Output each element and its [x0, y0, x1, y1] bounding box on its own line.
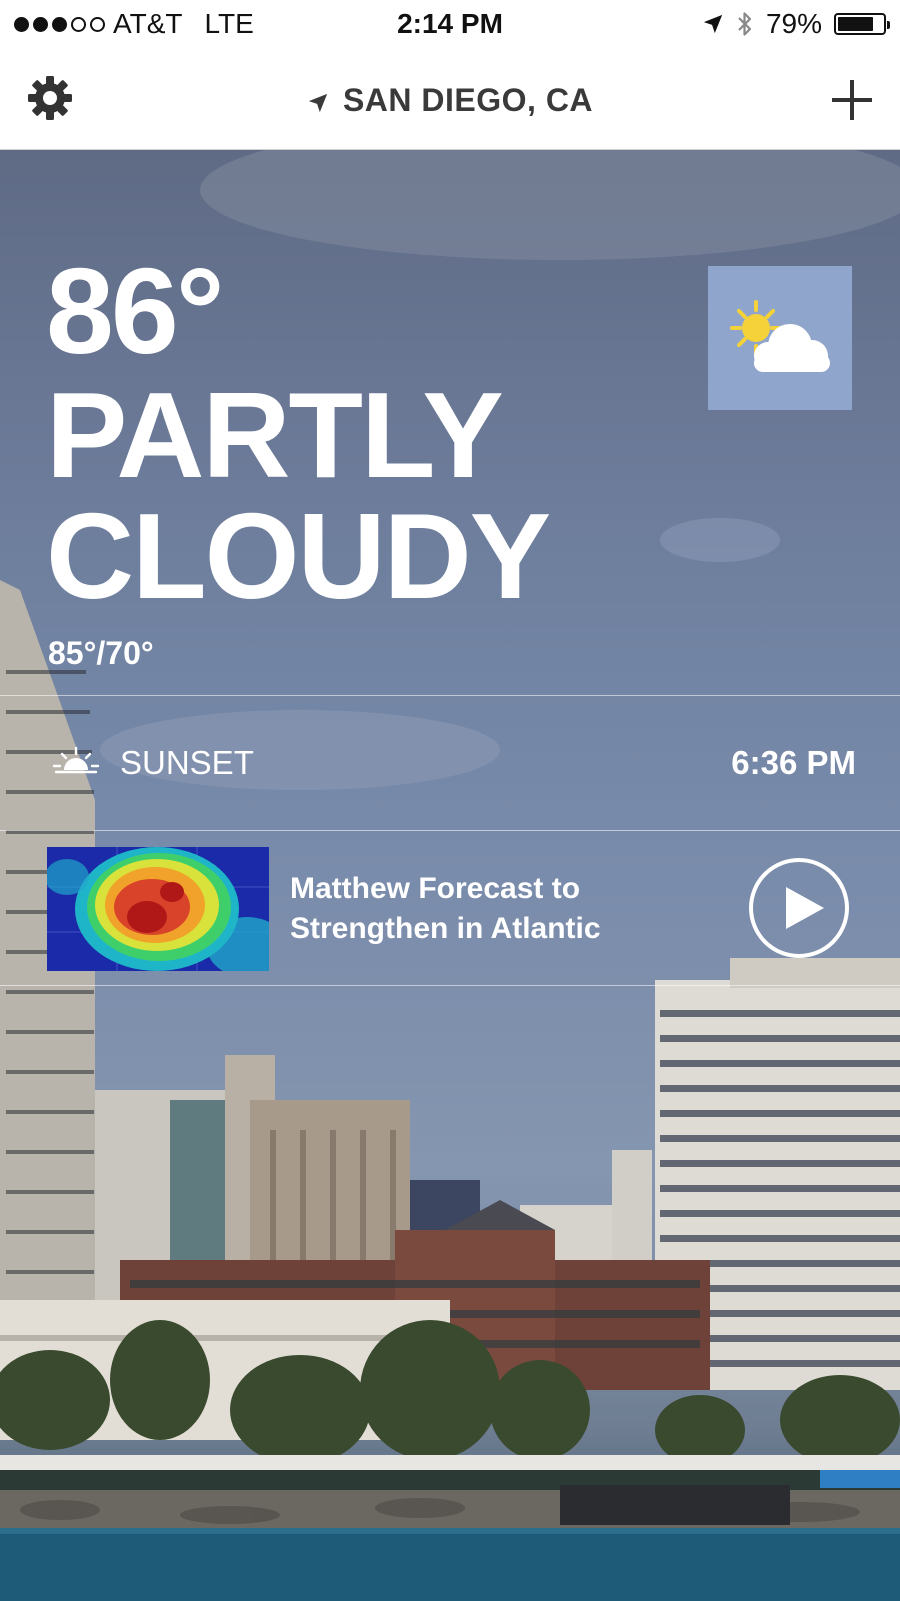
nav-bar: SAN DIEGO, CA — [0, 50, 900, 150]
news-headline[interactable]: Matthew Forecast to Strengthen in Atlant… — [290, 869, 710, 948]
battery-icon — [834, 13, 890, 35]
status-bar: AT&T LTE 2:14 PM 79% — [0, 0, 900, 50]
condition-line-2: CLOUDY — [46, 487, 551, 624]
status-right: 79% — [702, 8, 890, 40]
bluetooth-icon — [738, 12, 752, 36]
high-low-temperature: 85°/70° — [48, 635, 154, 671]
sunset-row: SUNSET 6:36 PM — [0, 696, 900, 830]
condition-line-1: PARTLY — [46, 367, 504, 503]
play-icon[interactable] — [748, 857, 850, 959]
sunset-time: 6:36 PM — [731, 744, 856, 781]
partly-cloudy-icon — [730, 300, 830, 372]
location-arrow-icon — [308, 93, 328, 112]
current-temperature: 86° — [46, 243, 224, 379]
sunset-icon — [52, 746, 100, 774]
location-name: SAN DIEGO, CA — [342, 82, 594, 118]
location-arrow-icon — [703, 14, 723, 34]
weather-icon-tile — [708, 266, 852, 410]
news-video-item[interactable]: Matthew Forecast to Strengthen in Atlant… — [0, 831, 900, 985]
current-condition: PARTLY CLOUDY — [46, 367, 551, 624]
battery-percent: 79% — [765, 8, 822, 39]
location-title[interactable]: SAN DIEGO, CA — [0, 82, 900, 119]
sunset-label: SUNSET — [120, 744, 254, 781]
plus-icon[interactable] — [828, 76, 876, 124]
radar-thumbnail[interactable] — [47, 847, 269, 971]
weather-hero: 86° PARTLY CLOUDY 85°/70° SUNSET 6:36 PM… — [0, 150, 900, 1601]
divider — [0, 985, 900, 986]
